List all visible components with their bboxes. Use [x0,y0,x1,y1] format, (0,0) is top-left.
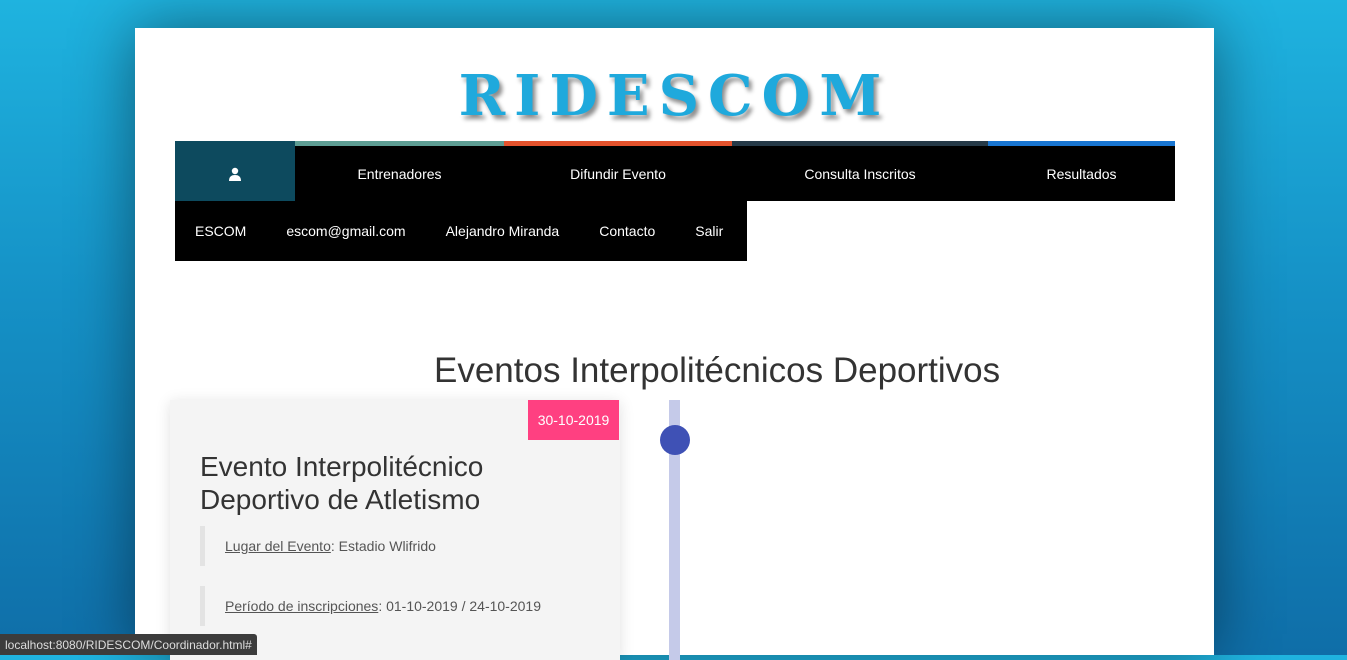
event-card: 30-10-2019 Evento Interpolitécnico Depor… [170,400,620,660]
event-period-value: : 01-10-2019 / 24-10-2019 [378,598,541,614]
event-period: Período de inscripciones : 01-10-2019 / … [200,586,541,626]
event-place: Lugar del Evento : Estadio Wlifrido [200,526,436,566]
user-menu-button[interactable] [175,141,295,201]
nav-difundir-evento[interactable]: Difundir Evento [504,141,732,201]
nav-escom[interactable]: ESCOM [175,201,266,261]
nav-consulta-inscritos[interactable]: Consulta Inscritos [732,141,988,201]
nav-email[interactable]: escom@gmail.com [266,201,425,261]
event-period-label[interactable]: Período de inscripciones [225,598,378,614]
nav-contacto[interactable]: Contacto [579,201,675,261]
user-icon [229,167,241,181]
event-place-value: : Estadio Wlifrido [330,538,436,554]
nav-entrenadores[interactable]: Entrenadores [295,141,504,201]
event-title: Evento Interpolitécnico Deportivo de Atl… [200,451,484,515]
browser-status-bar: localhost:8080/RIDESCOM/Coordinador.html… [0,634,257,655]
nav-salir[interactable]: Salir [675,201,743,261]
nav-user-name[interactable]: Alejandro Miranda [426,201,580,261]
event-date-badge: 30-10-2019 [528,400,619,440]
primary-nav: Entrenadores Difundir Evento Consulta In… [175,141,1175,201]
user-nav: ESCOM escom@gmail.com Alejandro Miranda … [175,201,747,261]
site-logo[interactable]: RIDESCOM [135,64,1214,128]
timeline-dot [660,425,690,455]
page-title: Eventos Interpolitécnicos Deportivos [434,351,1001,390]
page-container: RIDESCOM Entrenadores Difundir Evento Co… [135,28,1214,660]
nav-resultados[interactable]: Resultados [988,141,1175,201]
event-place-label[interactable]: Lugar del Evento [225,538,331,554]
